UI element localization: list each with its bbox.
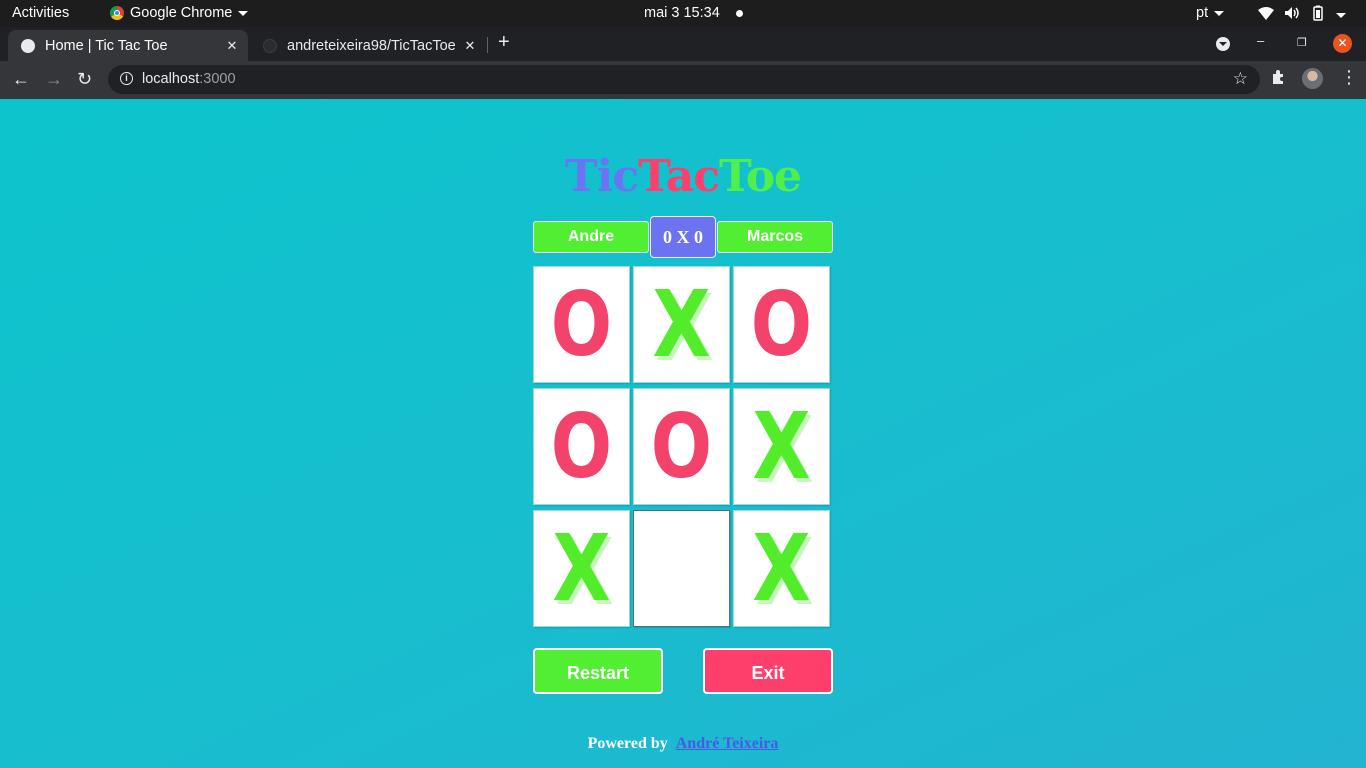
cell-mark: X xyxy=(652,270,711,378)
score-display: 0 X 0 xyxy=(650,216,716,258)
board-cell-1-0[interactable]: O xyxy=(533,388,630,505)
profile-avatar[interactable] xyxy=(1302,68,1323,89)
board-cell-0-2[interactable]: O xyxy=(733,266,830,383)
tab-github-repo[interactable]: andreteixeira98/TicTacToe ✕ xyxy=(250,30,486,61)
board-cell-0-1[interactable]: X xyxy=(633,266,730,383)
tab-title: Home | Tic Tac Toe xyxy=(45,37,168,54)
title-part-toe: Toe xyxy=(719,151,802,202)
app-menu[interactable]: Google Chrome xyxy=(110,5,249,21)
title-part-tic: Tic xyxy=(564,151,639,202)
restart-button[interactable]: Restart xyxy=(533,648,663,694)
board-cell-2-0[interactable]: X xyxy=(533,510,630,627)
player2-name: Marcos xyxy=(717,221,833,253)
url-host: localhost xyxy=(142,71,200,87)
minimize-icon[interactable]: – xyxy=(1257,33,1264,48)
url-text[interactable]: localhost:3000 xyxy=(142,71,236,87)
bookmark-star-icon[interactable]: ☆ xyxy=(1233,69,1248,89)
board-cell-1-2[interactable]: X xyxy=(733,388,830,505)
game-board: O X O O O X X X xyxy=(533,266,833,632)
tab-separator xyxy=(487,37,488,53)
reload-icon[interactable]: ↻ xyxy=(77,69,92,90)
cell-mark: O xyxy=(750,272,813,376)
board-cell-2-1[interactable] xyxy=(633,510,730,627)
address-bar[interactable]: i localhost:3000 ☆ xyxy=(108,65,1260,94)
chrome-logo-icon xyxy=(110,6,124,20)
tab-search-icon[interactable] xyxy=(1216,37,1230,51)
close-icon[interactable]: ✕ xyxy=(222,38,242,54)
tab-home-tic-tac-toe[interactable]: Home | Tic Tac Toe ✕ xyxy=(8,30,248,61)
clock[interactable]: mai 3 15:34 xyxy=(644,5,720,21)
system-tray[interactable] xyxy=(1258,5,1346,25)
cell-mark: O xyxy=(550,272,613,376)
footer: Powered by André Teixeira xyxy=(0,735,1366,753)
new-tab-plus-icon[interactable]: + xyxy=(498,31,510,54)
url-port: :3000 xyxy=(199,71,236,87)
powered-by-label: Powered by xyxy=(587,735,668,752)
more-menu-icon[interactable]: ⋮ xyxy=(1340,67,1358,88)
system-top-bar: Activities Google Chrome mai 3 15:34 pt xyxy=(0,0,1366,27)
language-label: pt xyxy=(1196,5,1209,21)
board-cell-0-0[interactable]: O xyxy=(533,266,630,383)
chevron-down-icon xyxy=(238,10,249,16)
notification-dot-icon xyxy=(736,10,743,17)
cell-mark: X xyxy=(752,392,811,500)
page-content: TicTacToe Andre 0 X 0 Marcos O X O O O X… xyxy=(0,99,1366,768)
browser-toolbar: ← → ↻ i localhost:3000 ☆ xyxy=(0,61,1366,99)
forward-arrow-icon[interactable]: → xyxy=(45,69,63,90)
volume-icon xyxy=(1284,6,1300,24)
cell-mark: O xyxy=(550,394,613,498)
extensions-puzzle-icon[interactable] xyxy=(1271,69,1287,90)
globe-icon xyxy=(21,38,35,53)
player1-name: Andre xyxy=(533,221,649,253)
battery-icon xyxy=(1310,5,1326,25)
board-cell-1-1[interactable]: O xyxy=(633,388,730,505)
restore-icon[interactable]: ❐ xyxy=(1297,36,1307,49)
tab-title: andreteixeira98/TicTacToe xyxy=(287,37,456,54)
title-part-tac: Tac xyxy=(638,151,720,202)
wifi-icon xyxy=(1258,6,1274,24)
language-selector[interactable]: pt xyxy=(1196,5,1225,21)
window-close-icon[interactable]: ✕ xyxy=(1333,34,1352,53)
board-cell-2-2[interactable]: X xyxy=(733,510,830,627)
cell-mark: X xyxy=(552,514,611,622)
site-info-icon[interactable]: i xyxy=(120,72,133,85)
activities-button[interactable]: Activities xyxy=(12,5,69,21)
back-arrow-icon[interactable]: ← xyxy=(12,69,30,90)
app-menu-label: Google Chrome xyxy=(130,5,233,21)
cell-mark: O xyxy=(650,394,713,498)
author-link[interactable]: André Teixeira xyxy=(676,735,779,752)
close-icon[interactable]: ✕ xyxy=(460,38,480,54)
game-title: TicTacToe xyxy=(0,151,1366,202)
chevron-down-icon xyxy=(1214,10,1225,16)
exit-button[interactable]: Exit xyxy=(703,648,833,694)
github-icon xyxy=(263,38,277,53)
cell-mark: X xyxy=(752,514,811,622)
chevron-down-icon xyxy=(1336,12,1346,18)
